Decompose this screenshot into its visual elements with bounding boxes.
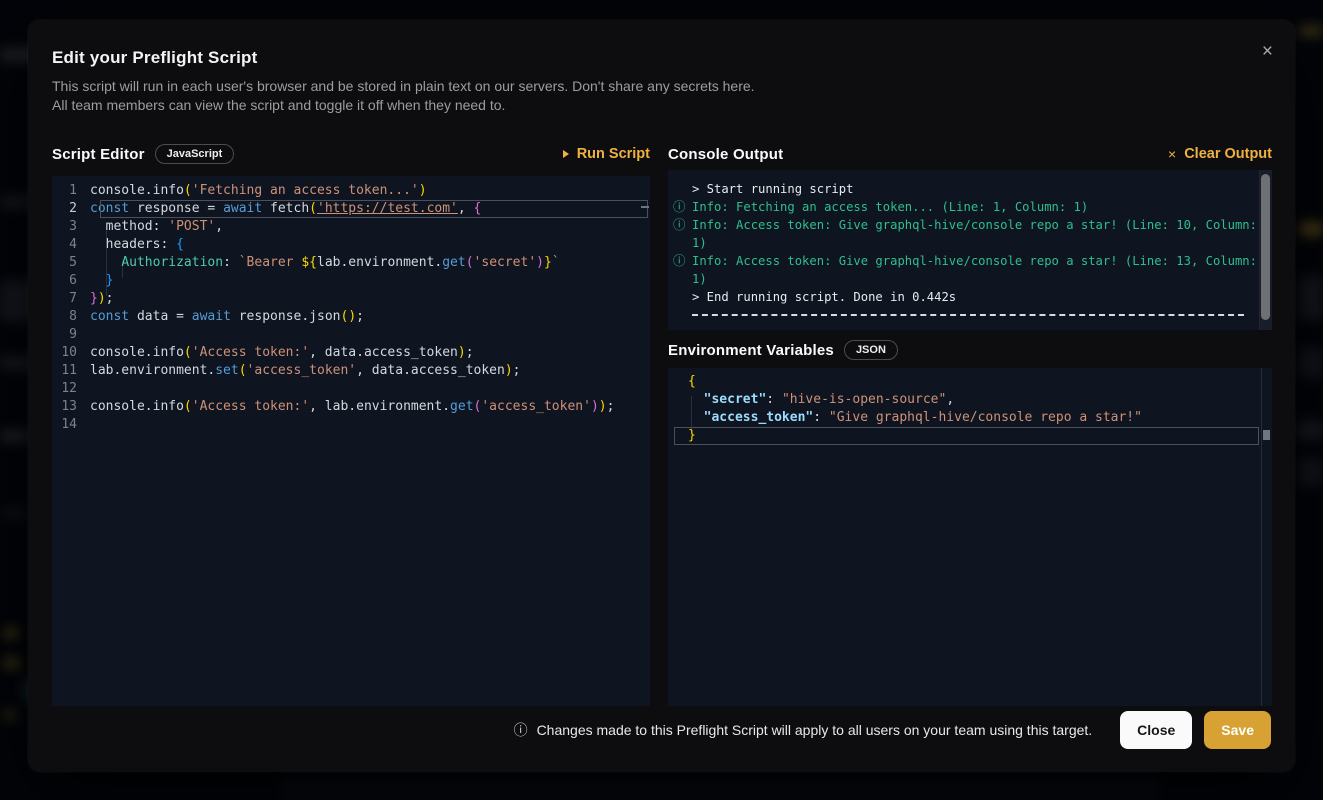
environment-variables-editor[interactable]: { "secret": "hive-is-open-source", "acce… xyxy=(668,368,1272,706)
console-output-title: Console Output xyxy=(668,146,783,163)
page-background: Edit your Preflight Script This script w… xyxy=(0,0,1323,800)
modal-title: Edit your Preflight Script xyxy=(52,48,257,68)
code-line[interactable]: { xyxy=(668,373,1272,391)
console-scrollbar-thumb[interactable] xyxy=(1261,174,1270,320)
preflight-script-modal: Edit your Preflight Script This script w… xyxy=(28,20,1295,772)
code-line[interactable]: 11lab.environment.set('access_token', da… xyxy=(52,362,650,380)
line-number: 1 xyxy=(52,182,90,200)
info-icon: ⓘ xyxy=(673,216,686,234)
clear-icon: × xyxy=(1168,146,1176,162)
line-number: 13 xyxy=(52,398,90,416)
code-line[interactable]: 7}); xyxy=(52,290,650,308)
clear-output-label: Clear Output xyxy=(1184,146,1272,162)
code-line[interactable]: 8const data = await response.json(); xyxy=(52,308,650,326)
language-badge: JavaScript xyxy=(155,144,235,164)
info-icon: ⓘ xyxy=(673,198,686,216)
modal-description-line2: All team members can view the script and… xyxy=(52,97,505,113)
console-entry: ⓘInfo: Fetching an access token... (Line… xyxy=(692,198,1268,216)
code-line[interactable]: 14 xyxy=(52,416,650,434)
console-entry: ⓘInfo: Access token: Give graphql-hive/c… xyxy=(692,252,1268,288)
code-line[interactable]: 5 Authorization: `Bearer ${lab.environme… xyxy=(52,254,650,272)
code-line[interactable]: 12 xyxy=(52,380,650,398)
overview-ruler-mark xyxy=(641,206,649,208)
modal-description-line1: This script will run in each user's brow… xyxy=(52,78,755,94)
modal-footer: ⓘ Changes made to this Preflight Script … xyxy=(514,711,1271,749)
close-button[interactable]: Close xyxy=(1120,711,1192,749)
line-number: 3 xyxy=(52,218,90,236)
info-icon: ⓘ xyxy=(673,252,686,270)
environment-variables-header: Environment Variables JSON xyxy=(668,336,1272,364)
code-line[interactable]: 6 } xyxy=(52,272,650,290)
console-output-header: Console Output × Clear Output xyxy=(668,140,1272,168)
line-number: 2 xyxy=(52,200,90,218)
line-number: 5 xyxy=(52,254,90,272)
code-line[interactable]: 1console.info('Fetching an access token.… xyxy=(52,182,650,200)
code-line[interactable]: 13console.info('Access token:', lab.envi… xyxy=(52,398,650,416)
clear-output-button[interactable]: × Clear Output xyxy=(1168,146,1272,162)
code-line[interactable]: 9 xyxy=(52,326,650,344)
footer-note-text: Changes made to this Preflight Script wi… xyxy=(537,722,1093,738)
save-button[interactable]: Save xyxy=(1204,711,1271,749)
code-line[interactable]: 10console.info('Access token:', data.acc… xyxy=(52,344,650,362)
console-entry: > End running script. Done in 0.442s xyxy=(692,288,1268,306)
console-entry: ⓘInfo: Access token: Give graphql-hive/c… xyxy=(692,216,1268,252)
env-scrollbar-track xyxy=(1261,368,1262,706)
code-line[interactable]: } xyxy=(668,427,1272,445)
play-icon xyxy=(563,150,569,158)
code-line[interactable]: 4 headers: { xyxy=(52,236,650,254)
line-number: 10 xyxy=(52,344,90,362)
run-script-button[interactable]: Run Script xyxy=(563,146,650,162)
line-number: 11 xyxy=(52,362,90,380)
line-number: 8 xyxy=(52,308,90,326)
line-number: 7 xyxy=(52,290,90,308)
code-line[interactable]: "access_token": "Give graphql-hive/conso… xyxy=(668,409,1272,427)
script-editor-title: Script Editor xyxy=(52,146,145,163)
console-entry: > Start running script xyxy=(692,180,1268,198)
console-output-panel[interactable]: > Start running scriptⓘInfo: Fetching an… xyxy=(668,170,1272,330)
info-icon: ⓘ xyxy=(514,720,528,740)
run-script-label: Run Script xyxy=(577,146,650,162)
line-number: 6 xyxy=(52,272,90,290)
json-badge: JSON xyxy=(844,340,898,360)
code-line[interactable]: 2const response = await fetch('https://t… xyxy=(52,200,650,218)
env-scrollbar-thumb[interactable] xyxy=(1263,430,1270,440)
script-editor[interactable]: 1console.info('Fetching an access token.… xyxy=(52,176,650,706)
line-number: 14 xyxy=(52,416,90,434)
script-editor-header: Script Editor JavaScript Run Script xyxy=(52,140,650,168)
footer-note: ⓘ Changes made to this Preflight Script … xyxy=(514,720,1093,740)
console-separator xyxy=(692,314,1244,316)
environment-variables-title: Environment Variables xyxy=(668,342,834,359)
code-line[interactable]: 3 method: 'POST', xyxy=(52,218,650,236)
code-line[interactable]: "secret": "hive-is-open-source", xyxy=(668,391,1272,409)
line-number: 9 xyxy=(52,326,90,344)
close-icon[interactable]: × xyxy=(1262,42,1273,61)
line-number: 4 xyxy=(52,236,90,254)
line-number: 12 xyxy=(52,380,90,398)
